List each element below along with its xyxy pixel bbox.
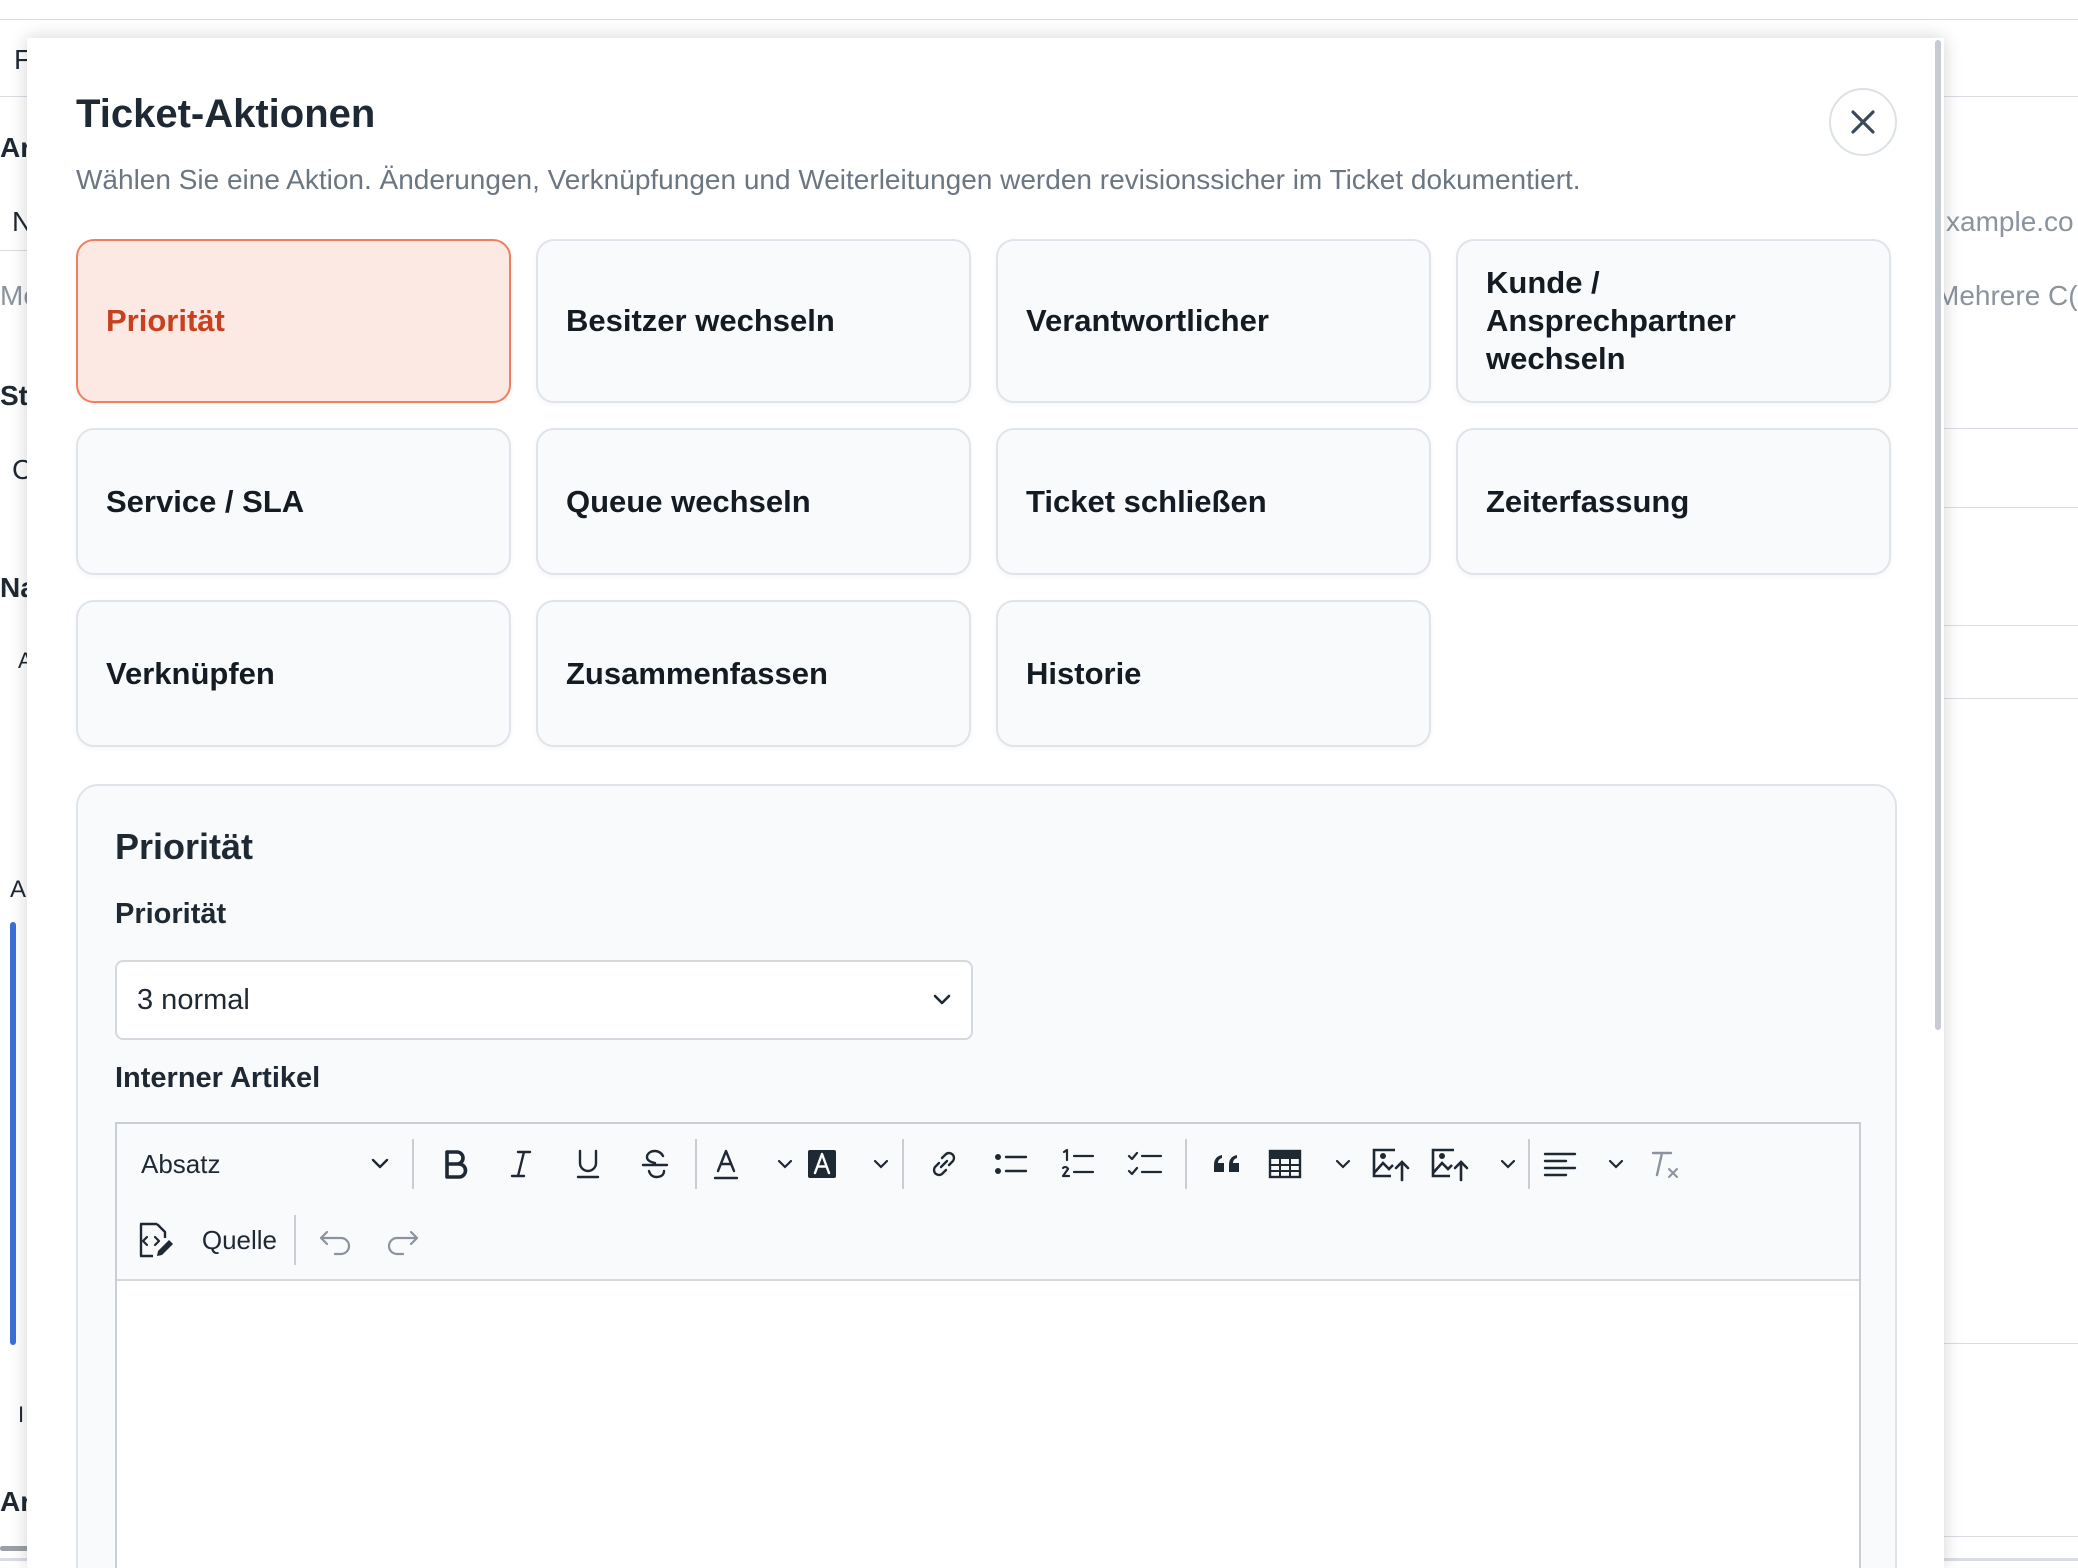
background-text: I [18,1402,25,1427]
action-change-owner[interactable]: Besitzer wechseln [536,239,971,403]
chevron-down-icon [371,1158,389,1169]
insert-image-icon [1431,1148,1469,1182]
editor-content-area[interactable] [117,1281,1859,1568]
quote-icon [1214,1155,1239,1172]
rich-text-editor: Absatz Quelle [115,1122,1861,1568]
source-button-label: Quelle [201,1224,277,1255]
undo-icon [319,1230,351,1256]
image-upload-button[interactable] [1363,1136,1419,1192]
bulleted-list-icon [995,1154,1028,1174]
action-priority[interactable]: Priorität [76,239,511,403]
chevron-down-icon [933,994,951,1005]
underline-button[interactable] [560,1136,616,1192]
action-responsible[interactable]: Verantwortlicher [996,239,1431,403]
action-change-customer[interactable]: Kunde / Ansprechpartner wechseln [1456,239,1891,403]
numbered-list-icon [1061,1148,1095,1178]
italic-button[interactable] [493,1136,549,1192]
background-divider [0,19,2078,20]
underline-icon [576,1149,600,1179]
background-text: A [10,876,27,903]
priority-select[interactable]: 3 normal [115,960,973,1040]
action-history[interactable]: Historie [996,600,1431,747]
table-button[interactable] [1267,1136,1351,1192]
bold-button[interactable] [427,1136,483,1192]
chevron-down-icon [873,1159,889,1169]
chevron-down-icon [1335,1159,1351,1169]
action-change-queue[interactable]: Queue wechseln [536,428,971,575]
redo-icon [387,1230,419,1256]
font-color-icon [713,1149,739,1180]
chevron-down-icon [777,1159,793,1169]
action-time-tracking[interactable]: Zeiterfassung [1456,428,1891,575]
italic-icon [510,1150,532,1178]
action-link[interactable]: Verknüpfen [76,600,511,747]
background-cc-text: Mehrere C( [1936,280,2078,311]
remove-format-button[interactable] [1635,1136,1691,1192]
action-service-sla[interactable]: Service / SLA [76,428,511,575]
background-text: St [0,380,28,411]
action-close-ticket[interactable]: Ticket schließen [996,428,1431,575]
table-icon [1268,1149,1302,1179]
heading-select-value: Absatz [141,1148,221,1179]
background-accent-bar [10,922,16,1345]
remove-format-icon [1651,1151,1678,1178]
strikethrough-icon [641,1149,669,1179]
internal-article-label: Interner Artikel [115,1062,321,1094]
numbered-list-button[interactable] [1050,1136,1106,1192]
heading-select[interactable]: Absatz [135,1136,395,1192]
background-color-icon [808,1150,836,1178]
bold-icon [445,1150,468,1179]
ticket-actions-modal: Ticket-Aktionen Wählen Sie eine Aktion. … [27,38,1944,1568]
source-edit-icon [139,1222,173,1258]
panel-title: Priorität [115,826,254,867]
todo-list-icon [1127,1151,1163,1176]
priority-panel: Priorität Priorität 3 normal Interner Ar… [76,784,1897,1568]
priority-field-label: Priorität [115,898,227,930]
redo-button[interactable] [375,1212,431,1268]
font-color-button[interactable] [709,1136,793,1192]
todo-list-button[interactable] [1117,1136,1173,1192]
image-upload-icon [1372,1148,1410,1182]
modal-title: Ticket-Aktionen [76,92,376,136]
background-email-text: xample.co [1946,206,2074,237]
close-icon [1851,110,1875,134]
background-color-button[interactable] [805,1136,889,1192]
editor-toolbar: Absatz Quelle [117,1124,1859,1281]
modal-description: Wählen Sie eine Aktion. Änderungen, Verk… [76,164,1581,195]
chevron-down-icon [1500,1159,1516,1169]
bulleted-list-button[interactable] [983,1136,1039,1192]
link-button[interactable] [916,1136,972,1192]
chevron-down-icon [1608,1159,1624,1169]
align-left-icon [1543,1152,1577,1177]
source-button[interactable]: Quelle [135,1212,277,1268]
alignment-button[interactable] [1542,1136,1624,1192]
blockquote-button[interactable] [1199,1136,1255,1192]
undo-button[interactable] [307,1212,363,1268]
insert-image-button[interactable] [1430,1136,1516,1192]
link-icon [932,1151,956,1177]
vertical-scrollbar[interactable] [1935,40,1941,1030]
action-merge[interactable]: Zusammenfassen [536,600,971,747]
action-grid: Priorität Besitzer wechseln Verantwortli… [76,239,1897,747]
strikethrough-button[interactable] [627,1136,683,1192]
close-button[interactable] [1829,88,1897,156]
priority-select-value: 3 normal [137,983,250,1016]
